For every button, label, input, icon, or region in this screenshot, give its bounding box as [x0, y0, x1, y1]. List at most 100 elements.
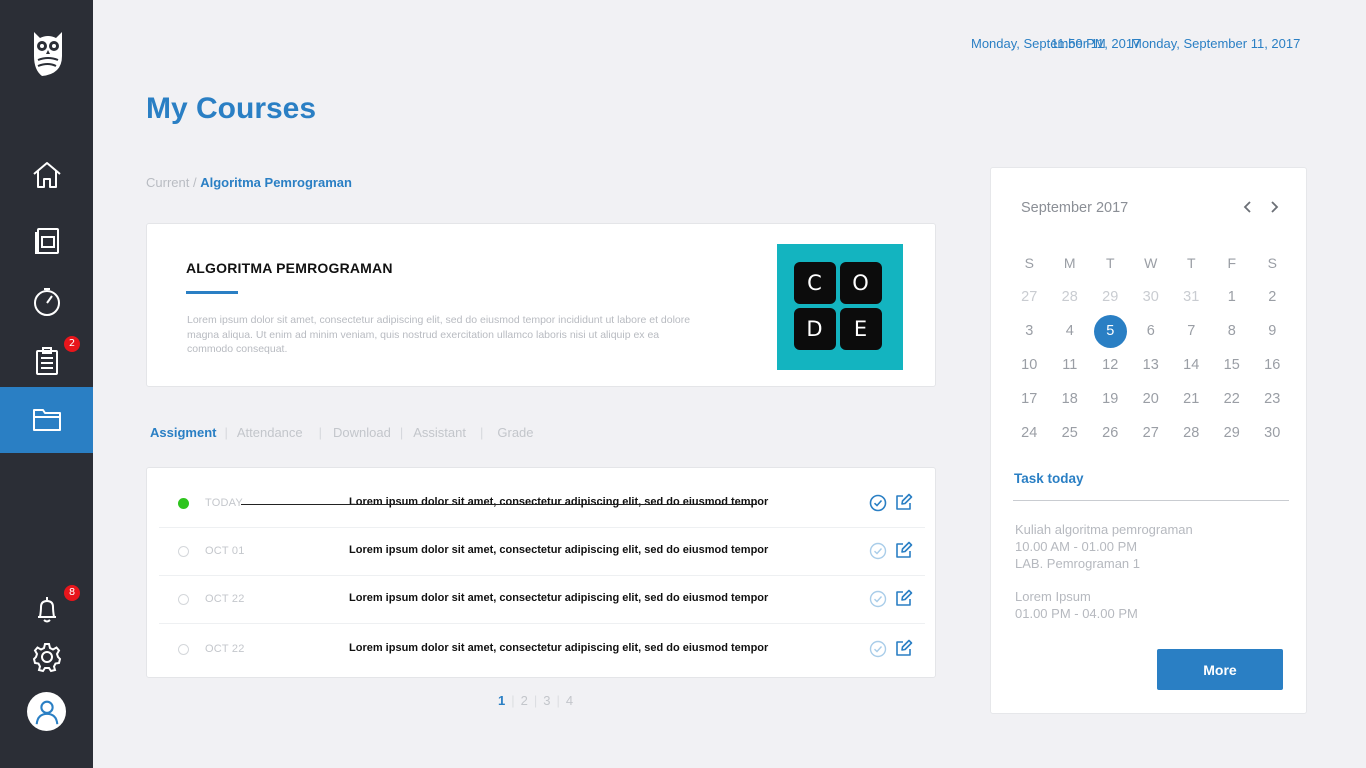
- calendar-day[interactable]: 29: [1090, 289, 1131, 305]
- tab-assistant[interactable]: Assistant: [413, 425, 466, 440]
- sidebar-item-home[interactable]: [0, 142, 93, 208]
- calendar-day[interactable]: 8: [1212, 323, 1253, 339]
- assignment-row[interactable]: OCT 22 Lorem ipsum dolor sit amet, conse…: [159, 626, 925, 674]
- assignment-text: Lorem ipsum dolor sit amet, consectetur …: [349, 642, 769, 654]
- calendar-day-selected[interactable]: 5: [1090, 314, 1131, 348]
- calendar-day[interactable]: 17: [1009, 391, 1050, 407]
- calendar-day[interactable]: 11: [1050, 357, 1091, 373]
- calendar-day[interactable]: 25: [1050, 425, 1091, 441]
- assignment-row[interactable]: TODAY Lorem ipsum dolor sit amet, consec…: [159, 480, 925, 528]
- calendar-day[interactable]: 22: [1212, 391, 1253, 407]
- task-item: Lorem Ipsum 01.00 PM - 04.00 PM: [1015, 588, 1138, 622]
- status-dot[interactable]: [178, 546, 189, 557]
- more-button[interactable]: More: [1157, 649, 1283, 690]
- calendar-day[interactable]: 30: [1252, 425, 1293, 441]
- notifications-count-badge: 8: [64, 585, 80, 601]
- edit-icon[interactable]: [895, 493, 913, 511]
- page-link[interactable]: 4: [566, 693, 573, 708]
- weekday-label: F: [1227, 255, 1237, 271]
- task-name: Lorem Ipsum: [1015, 589, 1091, 604]
- course-code-logo: C O D E: [777, 244, 903, 370]
- check-circle-icon[interactable]: [869, 640, 887, 658]
- edit-icon[interactable]: [895, 541, 913, 559]
- tab-attendance[interactable]: Attendance: [237, 425, 303, 440]
- check-circle-icon[interactable]: [869, 590, 887, 608]
- user-avatar[interactable]: [27, 692, 66, 731]
- calendar-day[interactable]: 27: [1009, 289, 1050, 305]
- calendar-day[interactable]: 3: [1009, 323, 1050, 339]
- calendar-day[interactable]: 16: [1252, 357, 1293, 373]
- calendar-day[interactable]: 20: [1131, 391, 1172, 407]
- status-dot[interactable]: [178, 498, 189, 509]
- page-link[interactable]: 3: [543, 693, 550, 708]
- task-name: Kuliah algoritma pemrograman: [1015, 522, 1193, 537]
- next-month-button[interactable]: [1266, 198, 1282, 216]
- calendar-day[interactable]: 29: [1212, 425, 1253, 441]
- chevron-right-icon: [1271, 201, 1279, 213]
- calendar-day[interactable]: 7: [1171, 323, 1212, 339]
- tab-separator: |: [224, 425, 228, 440]
- assignment-row[interactable]: OCT 01 Lorem ipsum dolor sit amet, conse…: [159, 528, 925, 576]
- calendar-day[interactable]: 31: [1171, 289, 1212, 305]
- sidebar-item-schedule[interactable]: [0, 268, 93, 334]
- calendar-day[interactable]: 1: [1212, 289, 1253, 305]
- calendar-day[interactable]: 14: [1171, 357, 1212, 373]
- check-circle-icon[interactable]: [869, 542, 887, 560]
- tab-grade[interactable]: Grade: [497, 425, 533, 440]
- calendar-day[interactable]: 4: [1050, 323, 1091, 339]
- tab-separator: |: [399, 425, 404, 440]
- page-separator: |: [556, 693, 560, 708]
- calendar-day[interactable]: 18: [1050, 391, 1091, 407]
- calendar-day[interactable]: 12: [1090, 357, 1131, 373]
- course-title: ALGORITMA PEMROGRAMAN: [186, 260, 393, 276]
- assignment-text: Lorem ipsum dolor sit amet, consectetur …: [349, 496, 769, 508]
- calendar-day[interactable]: 2: [1252, 289, 1293, 305]
- calendar-week: 17 18 19 20 21 22 23: [1009, 382, 1293, 416]
- course-tabs: Assigment | Attendance | Download | Assi…: [150, 425, 534, 440]
- calendar-day[interactable]: 21: [1171, 391, 1212, 407]
- calendar-day[interactable]: 28: [1050, 289, 1091, 305]
- breadcrumb-current: Algoritma Pemrograman: [200, 175, 352, 190]
- breadcrumb-root[interactable]: Current: [146, 175, 189, 190]
- code-logo-letter: D: [794, 308, 836, 350]
- calendar-day[interactable]: 26: [1090, 425, 1131, 441]
- edit-icon[interactable]: [895, 589, 913, 607]
- calendar-day[interactable]: 9: [1252, 323, 1293, 339]
- calendar-day[interactable]: 30: [1131, 289, 1172, 305]
- page-link[interactable]: 2: [521, 693, 528, 708]
- folder-icon: [32, 409, 61, 431]
- weekday-label: M: [1063, 255, 1076, 271]
- calendar-day[interactable]: 24: [1009, 425, 1050, 441]
- status-dot[interactable]: [178, 594, 189, 605]
- calendar-day[interactable]: 15: [1212, 357, 1253, 373]
- calendar-day[interactable]: 23: [1252, 391, 1293, 407]
- assignment-row[interactable]: OCT 22 Lorem ipsum dolor sit amet, conse…: [159, 576, 925, 624]
- weekday-label: S: [1024, 255, 1034, 271]
- prev-month-button[interactable]: [1240, 198, 1256, 216]
- weekday-label: S: [1267, 255, 1277, 271]
- calendar-day[interactable]: 13: [1131, 357, 1172, 373]
- header-time: 11:50 PM: [1051, 36, 1106, 51]
- assignment-date: TODAY: [205, 497, 243, 509]
- tab-assigment[interactable]: Assigment: [150, 425, 216, 440]
- calendar-day[interactable]: 6: [1131, 323, 1172, 339]
- calendar-day[interactable]: 28: [1171, 425, 1212, 441]
- owl-logo-icon[interactable]: [28, 26, 68, 80]
- sidebar-item-courses[interactable]: [0, 387, 93, 453]
- calendar-week: 3 4 5 6 7 8 9: [1009, 314, 1293, 348]
- calendar-week: 27 28 29 30 31 1 2: [1009, 280, 1293, 314]
- sidebar-item-books[interactable]: [0, 208, 93, 274]
- tab-download[interactable]: Download: [333, 425, 391, 440]
- calendar-day[interactable]: 19: [1090, 391, 1131, 407]
- check-circle-icon[interactable]: [869, 494, 887, 512]
- calendar-day[interactable]: 10: [1009, 357, 1050, 373]
- status-dot[interactable]: [178, 644, 189, 655]
- page-link[interactable]: 1: [498, 693, 505, 708]
- sidebar-item-settings[interactable]: [0, 624, 93, 690]
- breadcrumb-separator: /: [192, 175, 197, 190]
- edit-icon[interactable]: [895, 639, 913, 657]
- calendar-day[interactable]: 27: [1131, 425, 1172, 441]
- weekday-label: T: [1186, 255, 1196, 271]
- sidebar-item-tasks[interactable]: [0, 328, 93, 394]
- breadcrumb: Current / Algoritma Pemrograman: [146, 175, 352, 190]
